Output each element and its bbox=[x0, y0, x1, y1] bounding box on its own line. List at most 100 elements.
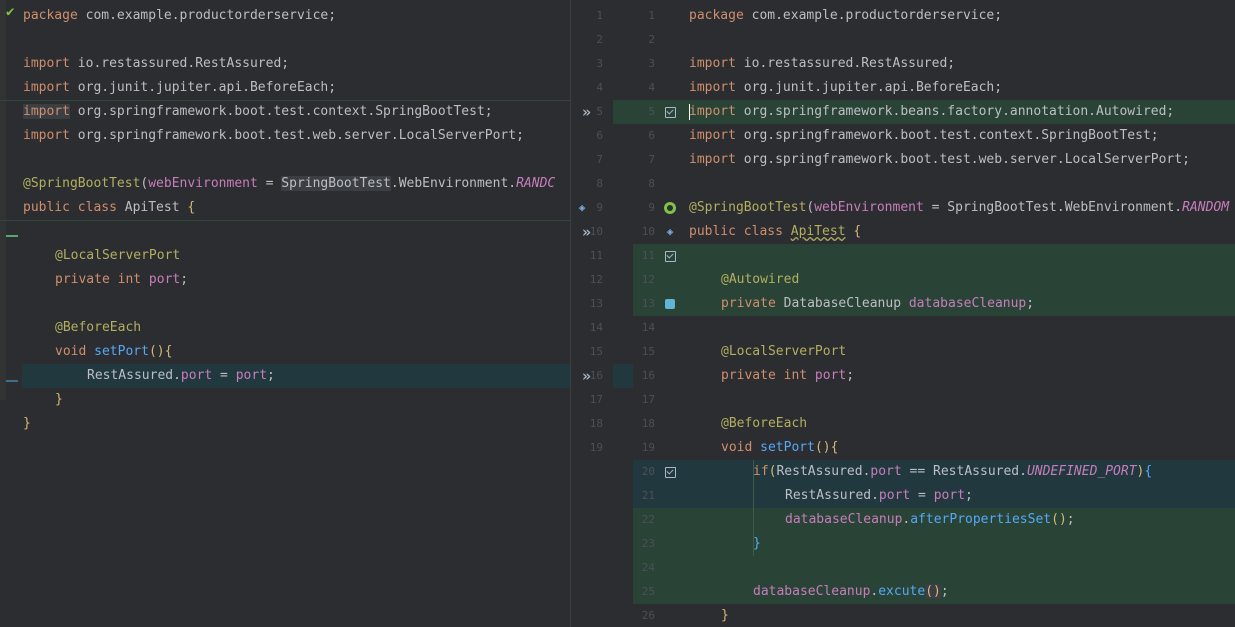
import-keyword: import bbox=[23, 56, 70, 71]
run-test-icon[interactable]: ◈ bbox=[663, 225, 677, 239]
object-ref: databaseCleanup bbox=[753, 584, 871, 599]
brace: } bbox=[721, 608, 729, 623]
added-tick-icon bbox=[6, 235, 18, 237]
diff-viewer: ✔ package com.example.productorderservic… bbox=[0, 0, 1235, 627]
brace: } bbox=[23, 416, 31, 431]
apply-change-chevron-icon[interactable]: » bbox=[578, 105, 592, 120]
code-line-19: void setPort(){ bbox=[721, 436, 838, 460]
accept-checkbox-icon[interactable] bbox=[663, 105, 677, 119]
import-path: io.restassured.RestAssured; bbox=[735, 56, 956, 71]
semicolon: ; bbox=[180, 272, 189, 287]
annotation: @LocalServerPort bbox=[721, 344, 847, 359]
operator: == bbox=[901, 464, 934, 479]
class-ref: SpringBootTest bbox=[947, 200, 1057, 215]
left-gutter-strip bbox=[0, 0, 6, 400]
line-number: 26 bbox=[641, 609, 655, 622]
line-number: 3 bbox=[648, 57, 655, 70]
annotation: @SpringBootTest bbox=[689, 200, 807, 215]
operator: = bbox=[212, 368, 236, 383]
code-line-25: databaseCleanup.excute(); bbox=[753, 580, 949, 604]
package-keyword: package bbox=[23, 8, 78, 23]
left-editor-pane[interactable]: ✔ package com.example.productorderservic… bbox=[0, 0, 571, 627]
line-number: 4 bbox=[596, 81, 603, 94]
code-line-7: import org.springframework.boot.test.web… bbox=[689, 148, 1190, 172]
code-line-12: @Autowired bbox=[721, 268, 799, 292]
line-number: 13 bbox=[589, 297, 603, 310]
line-number: 25 bbox=[641, 585, 655, 598]
parens: () bbox=[925, 584, 941, 599]
if-keyword: if bbox=[753, 464, 769, 479]
code-line-20: if(RestAssured.port == RestAssured.UNDEF… bbox=[753, 460, 1152, 484]
enum-const: RANDC bbox=[516, 176, 556, 191]
right-editor-pane[interactable]: package com.example.productorderservice;… bbox=[685, 0, 1235, 627]
line-number: 3 bbox=[596, 57, 603, 70]
import-path: org.junit.jupiter.api.BeforeEach; bbox=[69, 80, 337, 95]
apply-change-chevron-icon[interactable]: » bbox=[578, 369, 592, 384]
code-line-9: public class ApiTest { bbox=[23, 196, 195, 220]
brace: } bbox=[753, 536, 761, 551]
line-number: 24 bbox=[641, 561, 655, 574]
code-line-4: import org.junit.jupiter.api.BeforeEach; bbox=[23, 76, 336, 100]
annotation: @BeforeEach bbox=[721, 416, 808, 431]
code-line-5: import org.springframework.boot.test.con… bbox=[23, 100, 493, 124]
line-number: 13 bbox=[641, 297, 655, 310]
line-number: 6 bbox=[648, 129, 655, 142]
code-line-16: RestAssured.port = port; bbox=[87, 364, 275, 388]
semicolon: ; bbox=[940, 584, 949, 599]
import-keyword: import bbox=[23, 104, 70, 119]
line-number: 8 bbox=[648, 177, 655, 190]
enum-path: .WebEnvironment. bbox=[1056, 200, 1183, 215]
line-number: 7 bbox=[648, 153, 655, 166]
field-ref: port bbox=[878, 488, 911, 503]
enum-const: RANDOM bbox=[1182, 200, 1230, 215]
field-ref: port bbox=[870, 464, 902, 479]
run-test-icon[interactable]: ◈ bbox=[575, 201, 589, 215]
line-number: 12 bbox=[589, 273, 603, 286]
line-number: 10 bbox=[641, 225, 655, 238]
brace: { bbox=[853, 224, 862, 239]
line-number: 22 bbox=[641, 513, 655, 526]
code-line-10: public class ApiTest { bbox=[689, 220, 861, 244]
brace: { bbox=[164, 344, 173, 359]
line-number: 5 bbox=[648, 105, 655, 118]
modified-tick-icon bbox=[6, 380, 18, 382]
const-ref: UNDEFINED_PORT bbox=[1026, 464, 1137, 479]
class-ref: RestAssured. bbox=[933, 464, 1027, 479]
import-path: io.restassured.RestAssured; bbox=[69, 56, 290, 71]
package-keyword: package bbox=[689, 8, 744, 23]
code-line-9: @SpringBootTest(webEnvironment = SpringB… bbox=[689, 196, 1229, 220]
accept-checkbox-icon[interactable] bbox=[663, 249, 677, 263]
field-name: port bbox=[141, 272, 181, 287]
line-number: 23 bbox=[641, 537, 655, 550]
method-call: afterPropertiesSet bbox=[910, 512, 1052, 527]
line-number: 2 bbox=[596, 33, 603, 46]
line-number: 18 bbox=[589, 417, 603, 430]
field-ref: port bbox=[180, 368, 213, 383]
spring-bean-icon[interactable] bbox=[663, 201, 677, 215]
autowired-bean-icon[interactable] bbox=[663, 297, 677, 311]
left-change-marker-10 bbox=[0, 220, 571, 221]
code-line-18: } bbox=[23, 412, 31, 436]
code-line-23: } bbox=[753, 532, 761, 556]
value-ref: port bbox=[235, 368, 268, 383]
line-number: 17 bbox=[641, 393, 655, 406]
code-line-8: @SpringBootTest(webEnvironment = SpringB… bbox=[23, 172, 555, 196]
brace: { bbox=[1144, 464, 1153, 479]
import-keyword: import bbox=[689, 104, 736, 119]
import-path: org.springframework.beans.factory.annota… bbox=[735, 104, 1175, 119]
semicolon: ; bbox=[1066, 512, 1075, 527]
code-line-17: } bbox=[55, 388, 63, 412]
line-number: 12 bbox=[641, 273, 655, 286]
method-call: excute bbox=[878, 584, 926, 599]
brace: } bbox=[55, 392, 63, 407]
line-number: 17 bbox=[589, 393, 603, 406]
code-line-16: private int port; bbox=[721, 364, 854, 388]
code-line-4: import org.junit.jupiter.api.BeforeEach; bbox=[689, 76, 1002, 100]
enum-path: .WebEnvironment. bbox=[390, 176, 517, 191]
accept-checkbox-icon[interactable] bbox=[663, 465, 677, 479]
apply-change-chevron-icon[interactable]: » bbox=[578, 225, 592, 240]
brace: { bbox=[187, 200, 196, 215]
code-line-1: package com.example.productorderservice; bbox=[23, 4, 336, 28]
method-name: setPort bbox=[752, 440, 815, 455]
